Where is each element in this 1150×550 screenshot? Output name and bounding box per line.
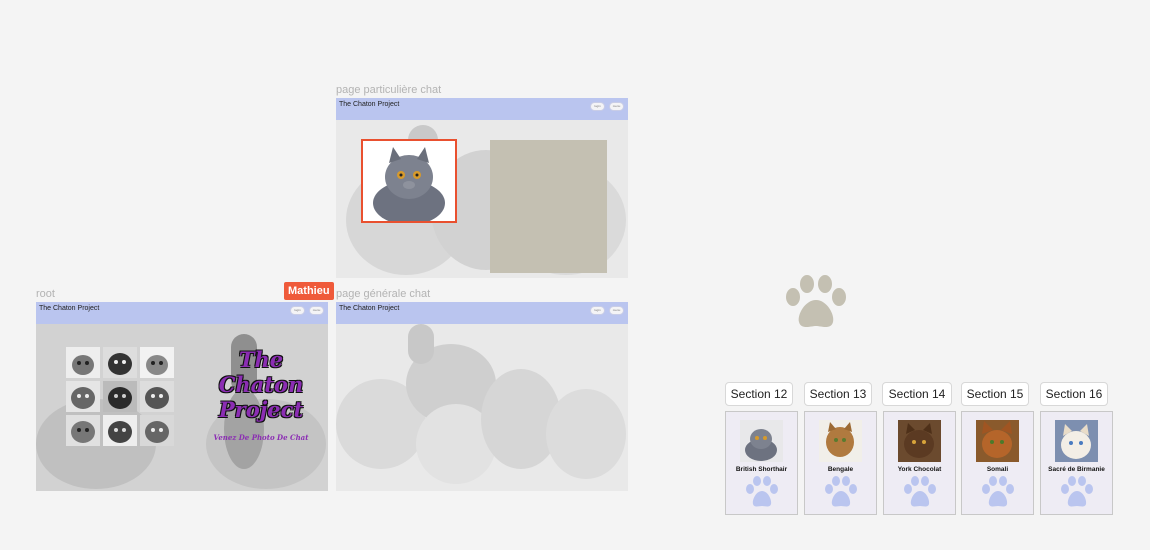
section-header[interactable]: Section 13 (804, 382, 872, 406)
paw-icon (786, 275, 846, 327)
frame-page-particuliere[interactable]: The Chaton Project login menu (336, 98, 628, 278)
selected-cat-photo[interactable] (361, 139, 457, 225)
grid-photo (103, 347, 137, 378)
cat-photo (819, 420, 862, 462)
grid-photo (103, 381, 137, 412)
breed-card[interactable]: Sacré de Birmanie (1040, 411, 1113, 515)
header-title: The Chaton Project (39, 305, 100, 312)
logo-line: Project (218, 397, 304, 422)
breed-card[interactable]: British Shorthair (725, 411, 798, 515)
grid-photo (140, 347, 174, 378)
header-button[interactable]: login (290, 306, 305, 315)
section-header[interactable]: Section 12 (725, 382, 793, 406)
header-bar: The Chaton Project login menu (36, 302, 328, 324)
frame-label-root[interactable]: root (36, 288, 55, 300)
paw-icon (982, 476, 1014, 507)
header-button[interactable]: login (590, 102, 605, 111)
paw-icon (1061, 476, 1093, 507)
paw-icon (904, 476, 936, 507)
header-button[interactable]: login (590, 306, 605, 315)
grid-photo (140, 381, 174, 412)
section-header[interactable]: Section 15 (961, 382, 1029, 406)
content-placeholder (490, 140, 607, 273)
frame-label-generale[interactable]: page générale chat (336, 288, 430, 300)
breed-card[interactable]: Somali (961, 411, 1034, 515)
breed-name: Sacré de Birmanie (1048, 466, 1105, 473)
grid-photo (103, 415, 137, 446)
grid-photo (66, 347, 100, 378)
breed-card[interactable]: York Chocolat (883, 411, 956, 515)
frame-label-particuliere[interactable]: page particulière chat (336, 84, 441, 96)
cat-photo-grid (66, 347, 176, 447)
grid-photo (140, 415, 174, 446)
cat-photo (898, 420, 941, 462)
header-button[interactable]: menu (609, 102, 624, 111)
grid-photo (66, 381, 100, 412)
breed-name: British Shorthair (735, 466, 788, 473)
logo-line: Chaton (218, 372, 304, 397)
frame-page-generale[interactable]: The Chaton Project login menu (336, 302, 628, 491)
tagline: Venez De Photo De Chat (213, 433, 309, 442)
paw-icon (746, 476, 778, 507)
header-bar: The Chaton Project login menu (336, 98, 628, 120)
breed-name: Bengale (827, 466, 854, 473)
cat-photo (740, 420, 783, 462)
breed-card[interactable]: Bengale (804, 411, 877, 515)
header-button[interactable]: menu (309, 306, 324, 315)
cat-photo (976, 420, 1019, 462)
breed-name: Somali (986, 466, 1009, 473)
logo-text: The Chaton Project (206, 347, 316, 422)
header-button[interactable]: menu (609, 306, 624, 315)
section-header[interactable]: Section 14 (882, 382, 952, 406)
section-header[interactable]: Section 16 (1040, 382, 1108, 406)
logo-line: The (238, 347, 284, 372)
header-title: The Chaton Project (339, 101, 400, 108)
frame-root[interactable]: The Chaton Project login menu The Chaton … (36, 302, 328, 491)
cat-photo (1055, 420, 1098, 462)
background-cats-image (336, 324, 626, 484)
header-bar: The Chaton Project login menu (336, 302, 628, 324)
paw-icon (825, 476, 857, 507)
breed-name: York Chocolat (897, 466, 942, 473)
collaborator-tag: Mathieu (284, 282, 334, 300)
british-shorthair-photo (373, 147, 445, 225)
grid-photo (66, 415, 100, 446)
header-title: The Chaton Project (339, 305, 400, 312)
